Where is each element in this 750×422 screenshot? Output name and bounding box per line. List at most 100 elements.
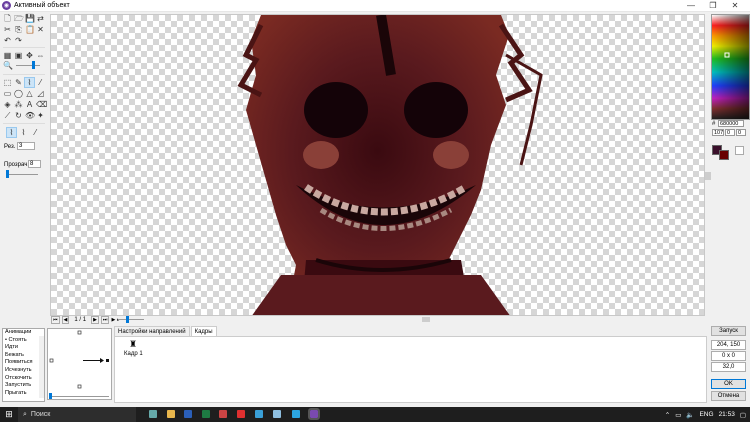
excel-icon[interactable]: [202, 410, 210, 418]
move-icon[interactable]: ✥: [25, 51, 34, 60]
open-folder-icon[interactable]: 🗁: [14, 14, 24, 23]
direction-panel[interactable]: [47, 328, 112, 400]
drawing-canvas[interactable]: [50, 14, 705, 316]
next-frame-button[interactable]: ▶: [91, 316, 99, 324]
direction-wheel[interactable]: [48, 329, 111, 399]
clock[interactable]: 21:53: [719, 411, 735, 418]
color-palette[interactable]: [711, 14, 750, 120]
cancel-button[interactable]: Отмена: [711, 391, 746, 401]
playback-speed-track[interactable]: [118, 319, 144, 320]
picker-icon[interactable]: ⁄: [36, 78, 45, 87]
redo-icon[interactable]: ↷: [14, 36, 23, 45]
animation-list-scrollbar[interactable]: [39, 336, 44, 398]
opacity-input[interactable]: 8: [28, 160, 41, 168]
minimize-button[interactable]: —: [680, 0, 702, 12]
brush-size-2-icon[interactable]: ⌇: [19, 128, 28, 137]
polygon-icon[interactable]: △: [25, 89, 34, 98]
hex-color-input[interactable]: 680000: [718, 120, 744, 127]
animation-item[interactable]: Прыгать: [3, 390, 44, 398]
direction-slider-track[interactable]: [49, 396, 109, 397]
text-icon[interactable]: A: [25, 100, 34, 109]
primary-color-swatch[interactable]: [719, 150, 729, 160]
paste-icon[interactable]: 📋: [25, 25, 35, 34]
close-button[interactable]: ✕: [724, 0, 746, 12]
image-icon[interactable]: ▣: [14, 51, 23, 60]
animation-item[interactable]: Появиться: [3, 359, 44, 367]
play-button[interactable]: ▶: [111, 317, 115, 323]
animation-item[interactable]: Идти: [3, 344, 44, 352]
taskbar: ⊞ ⌕ Поиск: [0, 407, 750, 422]
playback-speed-thumb[interactable]: [126, 316, 129, 323]
telegram-icon[interactable]: [292, 410, 300, 418]
last-frame-button[interactable]: ⏭: [100, 316, 110, 324]
green-input[interactable]: 0: [725, 129, 735, 136]
store-icon[interactable]: [273, 410, 281, 418]
brush-size-1-icon[interactable]: ⌇: [6, 127, 17, 138]
animation-item[interactable]: Бежать: [3, 352, 44, 360]
frame-counter: 1 / 1: [74, 317, 87, 323]
rectangle-icon[interactable]: ▭: [3, 89, 12, 98]
import-icon[interactable]: ⇄: [36, 14, 45, 23]
maximize-button[interactable]: ❐: [702, 0, 724, 12]
word-icon[interactable]: [184, 410, 192, 418]
rotate-icon[interactable]: ↻: [14, 111, 23, 120]
opera-icon[interactable]: [237, 410, 245, 418]
hotspot-icon[interactable]: ✦: [36, 111, 45, 120]
language-indicator[interactable]: ENG: [699, 411, 713, 418]
eraser-icon[interactable]: ⌫: [36, 100, 47, 109]
loop-button[interactable]: ▸: [117, 317, 120, 323]
animation-item[interactable]: Отскочить: [3, 375, 44, 383]
taskbar-search[interactable]: ⌕ Поиск: [18, 407, 136, 422]
spray-icon[interactable]: ⁂: [14, 100, 23, 109]
volume-icon[interactable]: 🔈: [686, 411, 694, 419]
animation-item[interactable]: • Стоять: [3, 337, 44, 345]
flip-icon[interactable]: ⇔: [36, 51, 45, 60]
save-icon[interactable]: 💾: [25, 14, 35, 23]
grid-icon[interactable]: ▦: [3, 51, 12, 60]
ellipse-icon[interactable]: ◯: [14, 89, 23, 98]
pencil-icon[interactable]: ✎: [14, 78, 23, 87]
windows-start-icon[interactable]: ⊞: [0, 409, 18, 420]
undo-icon[interactable]: ↶: [3, 36, 12, 45]
horizontal-scrollbar[interactable]: [148, 316, 705, 323]
mail-icon[interactable]: [255, 410, 263, 418]
app-red-icon[interactable]: [219, 410, 227, 418]
network-icon[interactable]: ▭: [675, 411, 681, 419]
file-explorer-icon[interactable]: [167, 410, 175, 418]
fill-icon[interactable]: ◈: [3, 100, 12, 109]
task-view-icon[interactable]: [149, 410, 157, 418]
search-label: Поиск: [30, 411, 51, 418]
cut-icon[interactable]: ✂: [3, 25, 12, 34]
zoom-field: 32,0: [711, 362, 746, 372]
zoom-icon[interactable]: 🔍: [3, 61, 13, 70]
red-input[interactable]: 107: [712, 129, 724, 136]
zoom-slider-thumb[interactable]: [32, 61, 35, 69]
direction-slider-thumb[interactable]: [49, 393, 52, 399]
zoom-slider-track[interactable]: [16, 65, 40, 66]
brush-icon[interactable]: ⌇: [24, 77, 35, 88]
new-file-icon[interactable]: 🗋: [3, 14, 12, 23]
launch-button[interactable]: Запуск: [711, 326, 746, 336]
animation-item[interactable]: Исчезнуть: [3, 367, 44, 375]
brush-size-3-icon[interactable]: ⁄: [31, 128, 40, 137]
palette-grid[interactable]: [712, 15, 749, 119]
frame-thumbnail-icon[interactable]: ♜: [129, 339, 137, 349]
blue-input[interactable]: 0: [736, 129, 746, 136]
first-frame-button[interactable]: ⏮: [51, 316, 60, 324]
eye-icon[interactable]: 👁: [25, 111, 35, 120]
animation-item[interactable]: Запустить: [3, 382, 44, 390]
select-rect-icon[interactable]: ⬚: [3, 78, 12, 87]
opacity-slider-thumb[interactable]: [6, 170, 9, 178]
line-icon[interactable]: ⟋: [3, 111, 12, 120]
prev-frame-button[interactable]: ◀: [61, 316, 70, 324]
delete-icon[interactable]: ✕: [36, 25, 45, 34]
notifications-icon[interactable]: ▢: [740, 411, 746, 419]
opacity-slider-track[interactable]: [6, 174, 38, 175]
shape-icon[interactable]: ◿: [36, 89, 45, 98]
copy-icon[interactable]: ⎘: [14, 25, 23, 34]
clickteam-icon[interactable]: [308, 408, 320, 420]
speed-input[interactable]: 3: [17, 142, 35, 150]
ok-button[interactable]: OK: [711, 379, 746, 389]
transparent-swatch[interactable]: [735, 146, 744, 155]
chevron-up-icon[interactable]: ⌃: [665, 411, 670, 419]
